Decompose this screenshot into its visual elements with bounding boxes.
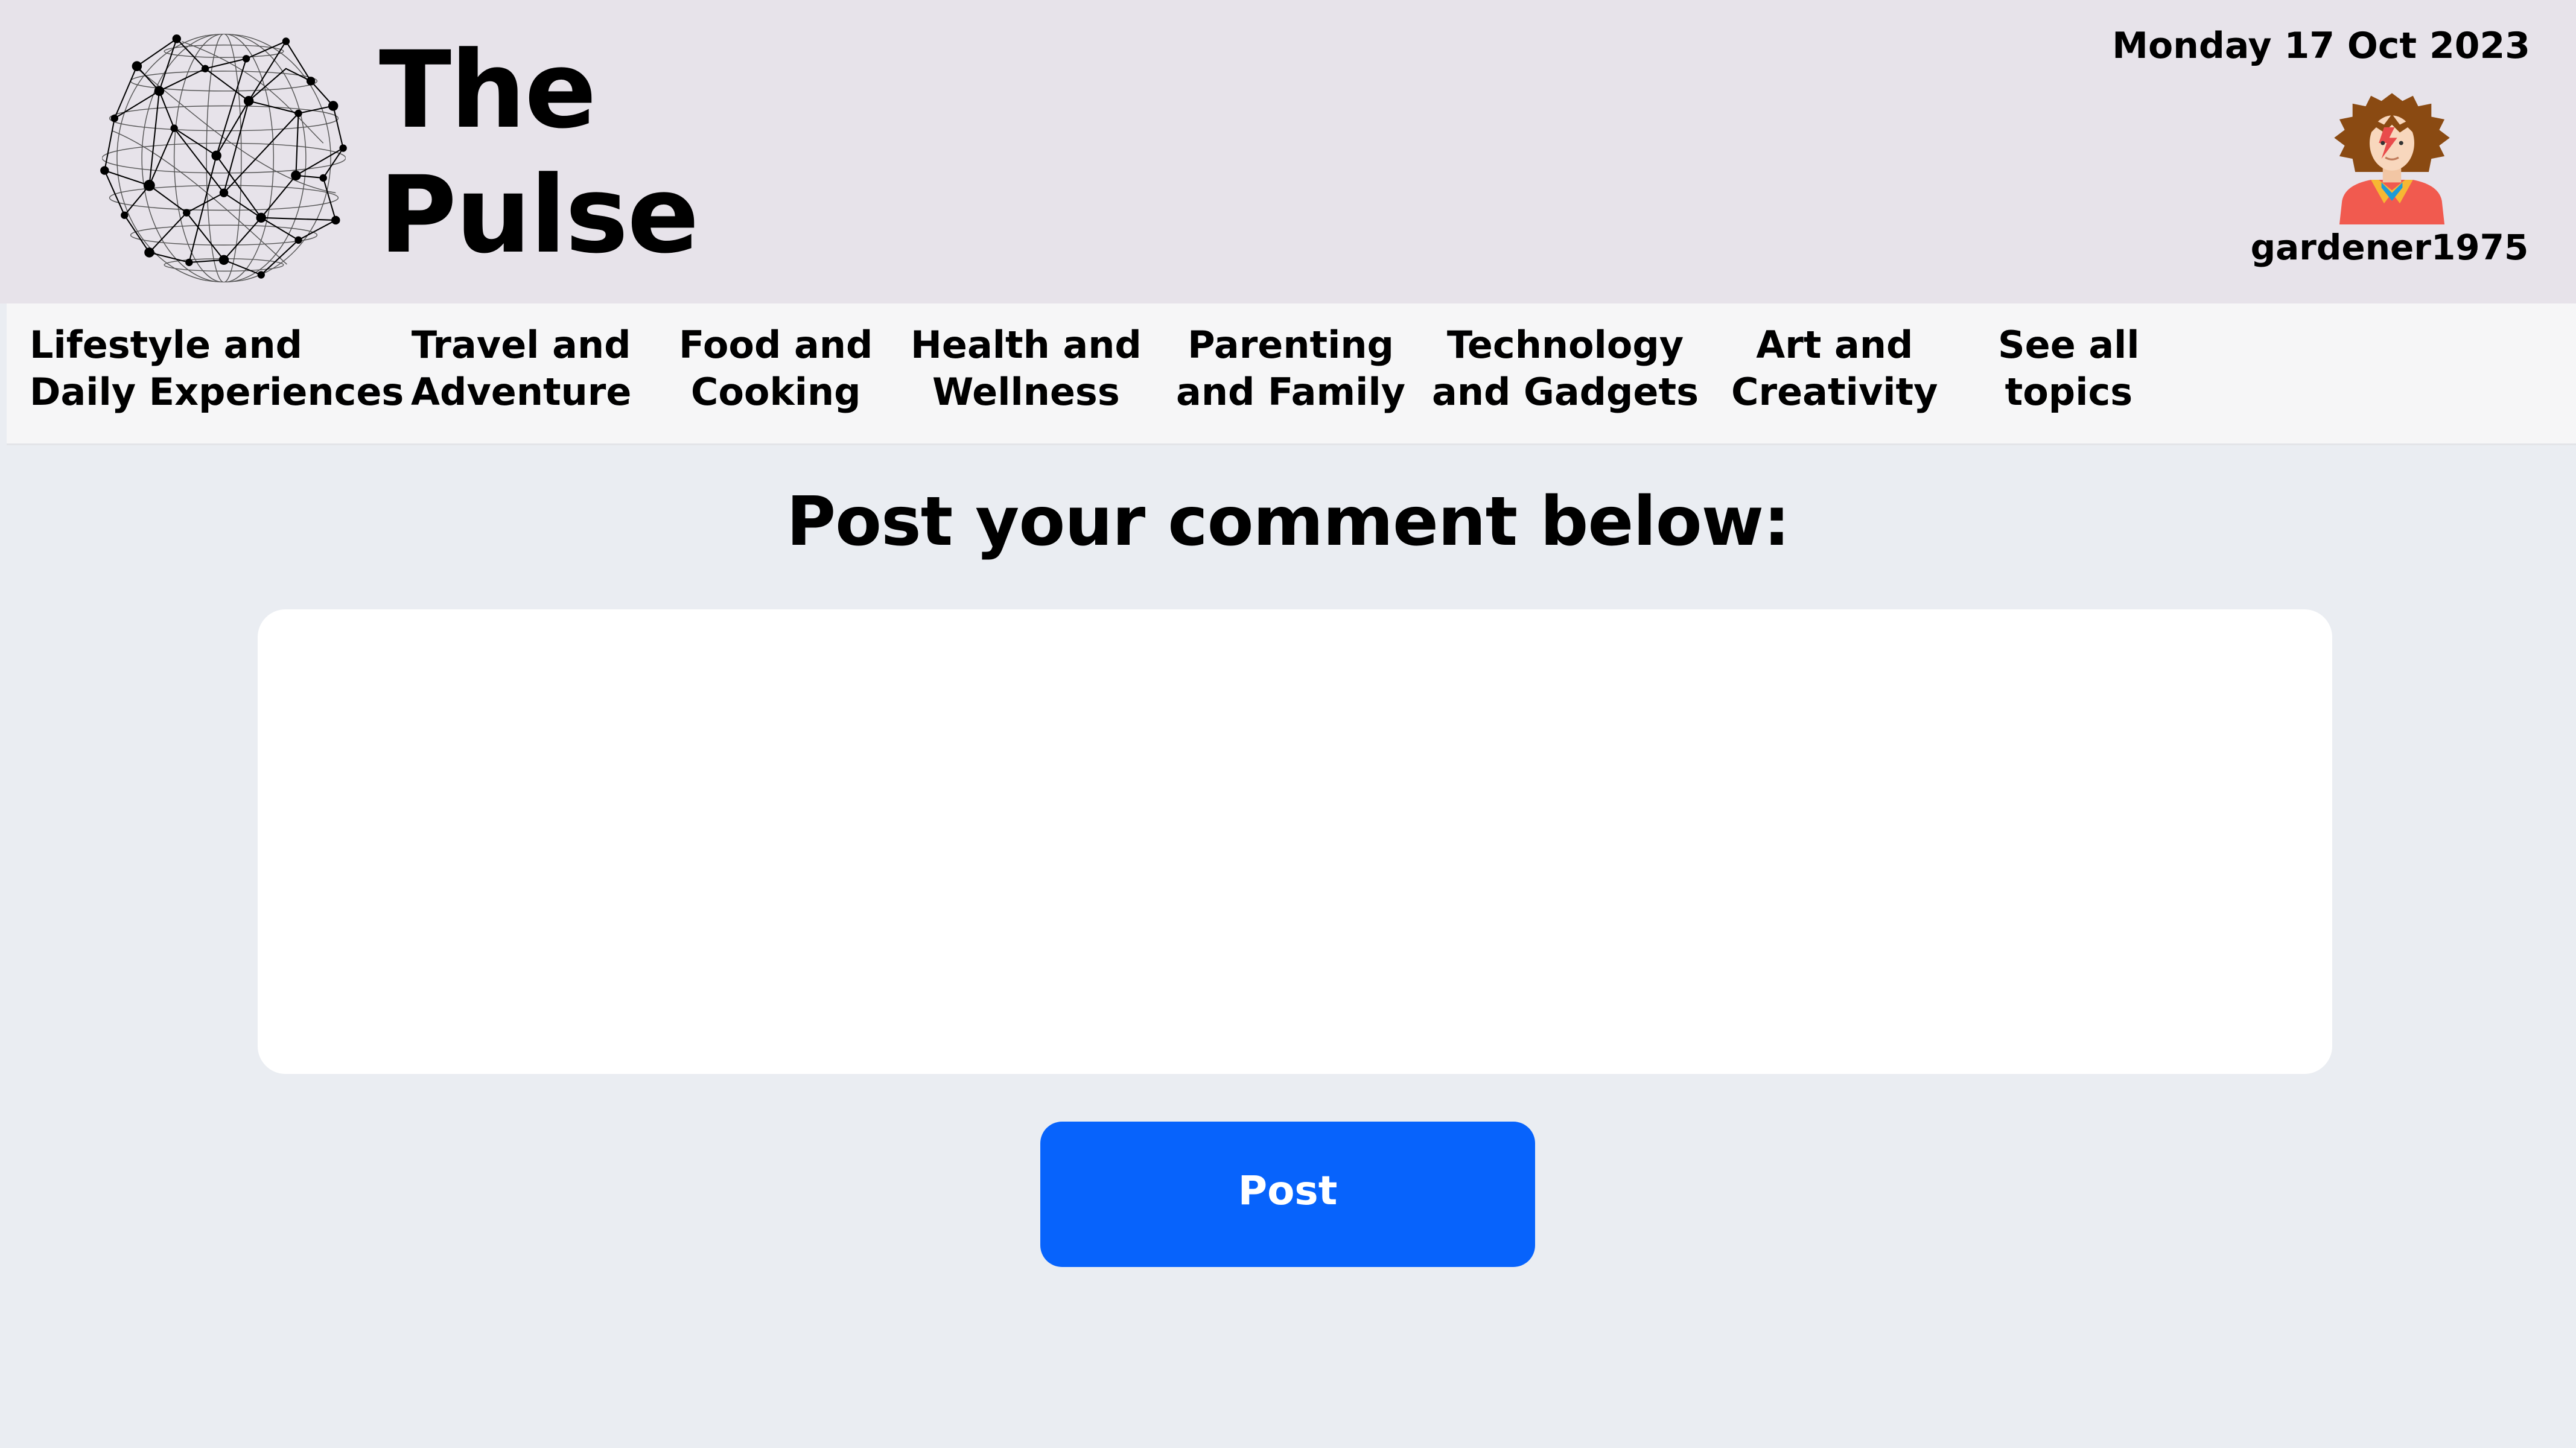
topic-lifestyle[interactable]: Lifestyle and Daily Experiences — [30, 322, 404, 416]
topic-see-all[interactable]: See all topics — [1998, 322, 2140, 416]
site-header: The Pulse Monday 17 Oct 2023 gardener197… — [0, 0, 2576, 303]
topic-navigation: Lifestyle and Daily Experiences Travel a… — [7, 303, 2576, 445]
topic-health[interactable]: Health and Wellness — [911, 322, 1142, 416]
topic-travel[interactable]: Travel and Adventure — [411, 322, 631, 416]
topic-parenting[interactable]: Parenting and Family — [1176, 322, 1405, 416]
comment-input[interactable] — [258, 609, 2332, 1074]
user-avatar-icon[interactable] — [2326, 91, 2458, 224]
page-title: Post your comment below: — [786, 483, 1790, 561]
username[interactable]: gardener1975 — [2245, 226, 2534, 268]
globe-network-icon[interactable] — [100, 31, 348, 285]
topic-art[interactable]: Art and Creativity — [1731, 322, 1938, 416]
site-title[interactable]: The Pulse — [379, 28, 699, 278]
post-button[interactable]: Post — [1040, 1122, 1535, 1267]
topic-food[interactable]: Food and Cooking — [679, 322, 873, 416]
current-date: Monday 17 Oct 2023 — [2112, 25, 2530, 67]
topic-technology[interactable]: Technology and Gadgets — [1432, 322, 1699, 416]
